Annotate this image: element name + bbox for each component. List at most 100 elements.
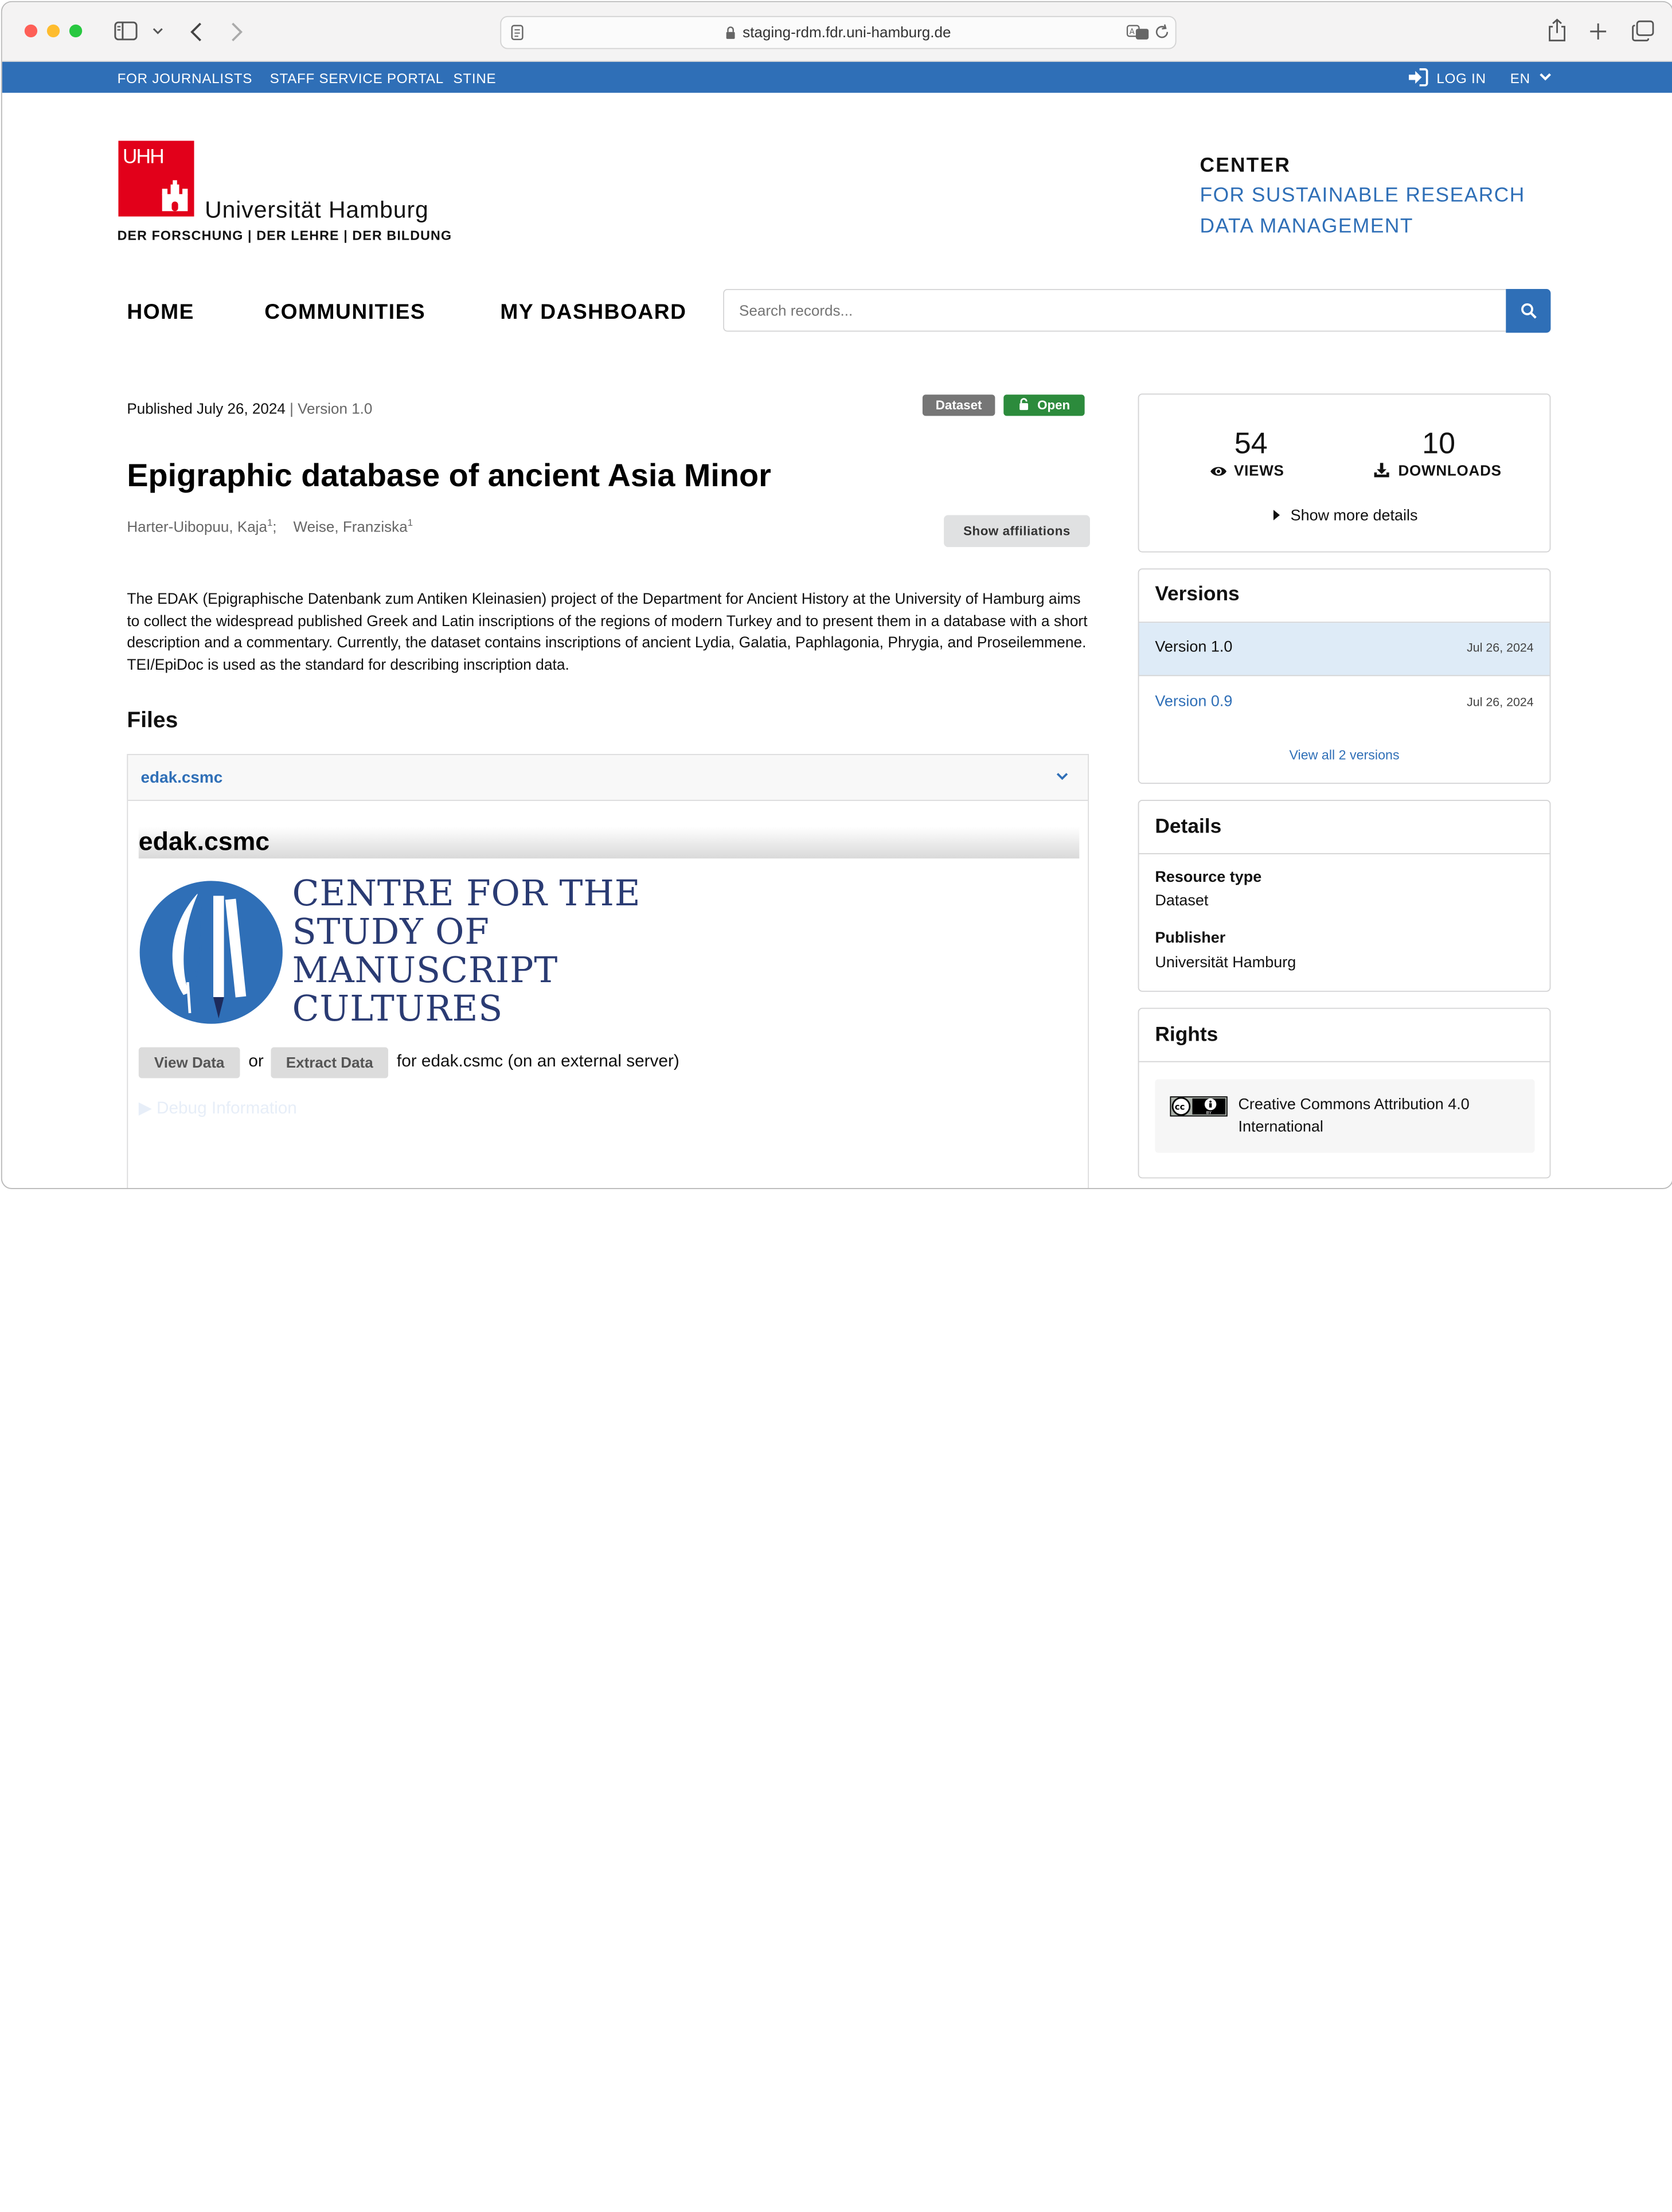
stats-panel: 54 VIEWS 10 DOWNLOADS Show more details: [1138, 393, 1551, 553]
csmc-line: CENTRE FOR THE: [292, 872, 641, 914]
publication-info: Published July 26, 2024 | Version 1.0: [127, 400, 373, 417]
search-button[interactable]: [1506, 289, 1551, 333]
csmc-line: CULTURES: [292, 987, 503, 1029]
nav-home[interactable]: HOME: [127, 301, 194, 326]
views-count: 54: [1234, 427, 1268, 460]
lock-icon: [726, 26, 736, 39]
center-subtitle-2: DATA MANAGEMENT: [1200, 215, 1413, 238]
access-badge: Open: [1003, 394, 1085, 416]
chevron-down-icon[interactable]: [1539, 72, 1552, 81]
nav-my-dashboard[interactable]: MY DASHBOARD: [500, 301, 686, 326]
reload-icon[interactable]: [1154, 24, 1170, 41]
record-description: The EDAK (Epigraphische Datenbank zum An…: [127, 591, 1088, 674]
version-label: Version 0.9: [1155, 693, 1233, 710]
center-title: CENTER: [1200, 154, 1291, 177]
resource-type-badge: Dataset: [922, 394, 995, 416]
show-affiliations-button[interactable]: Show affiliations: [944, 515, 1090, 548]
nav-communities[interactable]: COMMUNITIES: [264, 301, 425, 326]
preview-title: edak.csmc: [138, 826, 1080, 859]
creator-name[interactable]: Harter-Uibopuu, Kaja: [127, 518, 267, 535]
details-heading: Details: [1155, 815, 1222, 838]
login-link[interactable]: LOG IN: [1436, 62, 1486, 95]
close-window-button[interactable]: [24, 24, 38, 38]
published-date: Published July 26, 2024: [127, 400, 286, 417]
access-label: Open: [1037, 397, 1071, 413]
castle-icon: [162, 180, 188, 212]
resource-type-value: Dataset: [1155, 892, 1209, 910]
search-icon: [1521, 303, 1537, 319]
chevron-down-icon[interactable]: [1056, 772, 1068, 781]
downloads-label: DOWNLOADS: [1398, 462, 1502, 479]
search-input[interactable]: [723, 289, 1506, 332]
view-all-versions-link[interactable]: View all 2 versions: [1139, 748, 1549, 763]
url-value: staging-rdm.fdr.uni-hamburg.de: [743, 23, 951, 41]
new-tab-icon[interactable]: [1589, 22, 1607, 41]
affiliation-marker: 1: [267, 517, 273, 528]
extract-data-button[interactable]: Extract Data: [271, 1047, 389, 1078]
version-item-current[interactable]: Version 1.0 Jul 26, 2024: [1139, 623, 1550, 675]
downloads-count: 10: [1422, 427, 1456, 460]
license-name[interactable]: Creative Commons Attribution 4.0 Interna…: [1238, 1094, 1469, 1138]
unlock-icon: [1019, 398, 1028, 411]
show-more-label: Show more details: [1290, 507, 1418, 525]
license-line: International: [1238, 1118, 1323, 1135]
minimize-window-button[interactable]: [46, 24, 60, 38]
translate-icon[interactable]: A: [1126, 25, 1150, 41]
downloads-stat: DOWNLOADS: [1374, 462, 1502, 479]
rights-heading: Rights: [1155, 1023, 1218, 1046]
record-title: Epigraphic database of ancient Asia Mino…: [127, 458, 771, 494]
external-server-text: for edak.csmc (on an external server): [396, 1052, 679, 1071]
csmc-line: STUDY OF: [292, 910, 490, 952]
rights-panel: Rights cc BY Creative Commons Attributio…: [1138, 1007, 1551, 1179]
back-arrow-icon[interactable]: [190, 21, 202, 42]
cc-by-icon: cc BY: [1170, 1096, 1228, 1117]
or-text: or: [248, 1052, 264, 1071]
details-panel: Details Resource type Dataset Publisher …: [1138, 800, 1551, 992]
university-name: Universität Hamburg: [205, 196, 429, 223]
creator-name[interactable]: Weise, Franziska: [293, 518, 407, 535]
file-accordion-header[interactable]: edak.csmc: [127, 754, 1089, 801]
link-staff-service-portal[interactable]: STAFF SERVICE PORTAL: [270, 62, 444, 95]
license-box[interactable]: cc BY Creative Commons Attribution 4.0 I…: [1155, 1079, 1535, 1153]
csmc-line: MANUSCRIPT: [292, 949, 558, 991]
svg-text:BY: BY: [1206, 1110, 1212, 1115]
link-for-journalists[interactable]: FOR JOURNALISTS: [118, 62, 253, 95]
view-data-button[interactable]: View Data: [138, 1047, 240, 1078]
chevron-down-icon[interactable]: [153, 28, 163, 35]
forward-arrow-icon[interactable]: [231, 21, 243, 42]
link-stine[interactable]: STINE: [454, 62, 497, 95]
file-name[interactable]: edak.csmc: [141, 769, 223, 787]
center-subtitle-1: FOR SUSTAINABLE RESEARCH: [1200, 184, 1525, 207]
eye-icon: [1210, 467, 1226, 476]
debug-toggle[interactable]: ▶ Debug Information: [139, 1097, 297, 1119]
version-date: Jul 26, 2024: [1467, 696, 1534, 709]
service-bar: FOR JOURNALISTS STAFF SERVICE PORTAL STI…: [2, 61, 1672, 95]
browser-window: staging-rdm.fdr.uni-hamburg.de A FOR JOU…: [1, 1, 1672, 1189]
zoom-window-button[interactable]: [69, 24, 83, 38]
version-label: Version 1.0: [1155, 639, 1233, 656]
university-tagline: DER FORSCHUNG | DER LEHRE | DER BILDUNG: [117, 228, 452, 244]
debug-label: Debug Information: [156, 1099, 297, 1118]
share-icon[interactable]: [1548, 18, 1566, 43]
versions-heading: Versions: [1155, 583, 1240, 606]
version-item[interactable]: Version 0.9 Jul 26, 2024: [1139, 676, 1549, 729]
url-text: staging-rdm.fdr.uni-hamburg.de: [501, 17, 1175, 48]
svg-text:A: A: [1130, 28, 1135, 37]
csmc-logo-icon: [139, 881, 283, 1024]
browser-toolbar: staging-rdm.fdr.uni-hamburg.de A: [2, 2, 1672, 62]
show-more-details[interactable]: Show more details: [1273, 507, 1418, 525]
affiliation-marker: 1: [407, 517, 413, 528]
files-heading: Files: [127, 708, 178, 733]
csmc-wordmark: CENTRE FOR THE STUDY OF MANUSCRIPT CULTU…: [292, 874, 641, 1028]
publisher-label: Publisher: [1155, 929, 1226, 947]
tab-overview-icon[interactable]: [1632, 20, 1654, 42]
version-date: Jul 26, 2024: [1467, 642, 1534, 655]
uhh-logo[interactable]: UHH: [118, 140, 194, 217]
creators-list: Harter-Uibopuu, Kaja1; Weise, Franziska1: [127, 517, 413, 536]
address-bar[interactable]: staging-rdm.fdr.uni-hamburg.de A: [500, 15, 1177, 49]
language-selector[interactable]: EN: [1510, 62, 1530, 95]
login-icon[interactable]: [1408, 68, 1428, 87]
download-icon: [1374, 463, 1389, 478]
sidebar-toggle-icon[interactable]: [114, 21, 138, 41]
views-stat: VIEWS: [1209, 462, 1284, 479]
